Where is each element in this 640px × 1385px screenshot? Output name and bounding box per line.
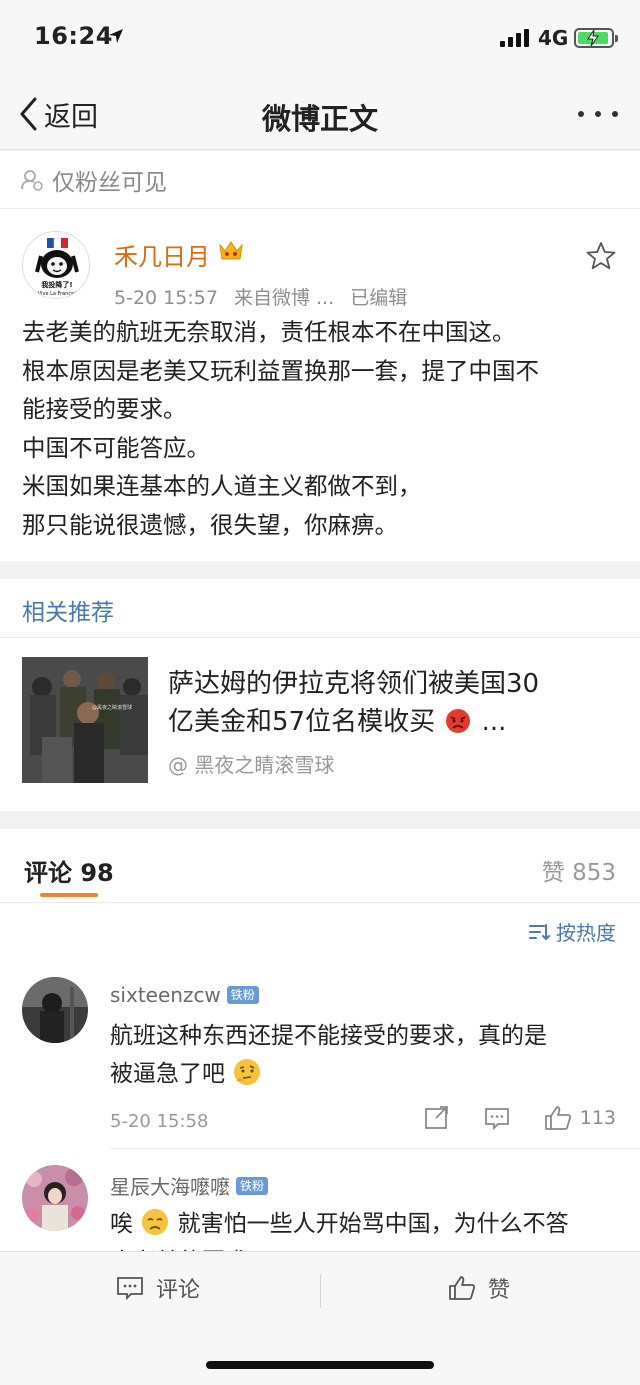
commenter-name[interactable]: 星辰大海嚒嚒 铁粉 <box>110 1171 269 1200</box>
commenter-name[interactable]: sixteenzcw 铁粉 <box>110 983 259 1007</box>
comments-header: 评论 98 赞 853 <box>0 829 640 903</box>
back-button[interactable]: 返回 <box>18 94 98 134</box>
post-meta: 5-20 15:57 来自微博 ... 已编辑 <box>114 283 417 310</box>
post-line: 中国不可能答应。 <box>22 433 210 462</box>
signal-icon <box>500 29 532 47</box>
like-button[interactable]: 赞 <box>448 1272 510 1304</box>
commenter-avatar[interactable] <box>22 977 88 1043</box>
comment-icon <box>117 1277 143 1301</box>
like-button-label: 赞 <box>488 1278 511 1303</box>
related-headline-line: 萨达姆的伊拉克将领们被美国30 <box>168 669 540 699</box>
comment-time: 5-20 15:58 <box>110 1111 209 1132</box>
comment-actions: 113 <box>390 1105 616 1131</box>
thumbs-up-icon <box>449 1276 476 1300</box>
related-headline[interactable]: 萨达姆的伊拉克将领们被美国30 亿美金和57位名模收买 ... <box>168 665 608 741</box>
share-icon <box>424 1106 448 1129</box>
comment-item: 星辰大海嚒嚒 铁粉 唉 就害怕一些人开始骂中国，为什么不答 应老美的要求 <box>0 1149 640 1251</box>
battery-icon <box>574 28 618 48</box>
nav-bar: 返回 微博正文 <box>0 76 640 150</box>
bottom-action-bar: 评论 赞 <box>0 1251 640 1385</box>
chevron-left-icon <box>20 97 37 131</box>
angry-face-emoji-icon <box>446 709 471 733</box>
author-avatar[interactable]: 我投降了! Vive La France! <box>22 231 90 299</box>
vip-crown-icon <box>219 241 243 260</box>
reply-button[interactable] <box>484 1106 510 1130</box>
post-line: 根本原因是老美又玩利益置换那一套，提了中国不 <box>22 356 539 385</box>
post-line: 米国如果连基本的人道主义都做不到， <box>22 472 422 500</box>
commenter-avatar[interactable] <box>22 1165 88 1231</box>
back-label: 返回 <box>44 101 98 133</box>
post-source[interactable]: 来自微博 ... <box>234 287 334 309</box>
related-headline-line: 亿美金和57位名模收买 ... <box>168 707 507 737</box>
sort-row: 按热度 <box>0 903 640 961</box>
more-options-button[interactable] <box>578 104 618 124</box>
like-count: 113 <box>579 1107 616 1129</box>
author-name[interactable]: 禾几日月 <box>114 237 210 272</box>
comment-item: sixteenzcw 铁粉 航班这种东西还提不能接受的要求，真的是 被逼急了吧 … <box>0 961 640 1149</box>
visibility-notice: 仅粉丝可见 <box>0 151 640 209</box>
post-edited[interactable]: 已编辑 <box>350 287 407 309</box>
tab-likes[interactable]: 赞 853 <box>542 853 616 887</box>
tab-comments[interactable]: 评论 98 <box>24 853 114 888</box>
related-source[interactable]: @ 黑夜之睛滚雪球 <box>168 749 334 778</box>
like-button[interactable]: 113 <box>544 1105 616 1131</box>
post-body: 去老美的航班无奈取消，责任根本不在中国这。 根本原因是老美又玩利益置换那一套，提… <box>22 313 622 544</box>
thumb-watermark: @黑夜之睛滚雪球 <box>92 704 132 711</box>
home-indicator[interactable] <box>206 1361 434 1369</box>
sad-face-emoji-icon <box>142 1209 169 1235</box>
post-line: 那只能说很遗憾，很失望，你麻痹。 <box>22 510 398 539</box>
sort-by-hot-button[interactable]: 按热度 <box>528 917 616 946</box>
comment-icon <box>484 1108 509 1130</box>
thumbs-up-icon <box>544 1106 571 1130</box>
comment-text: 航班这种东西还提不能接受的要求，真的是 被逼急了吧 <box>110 1023 547 1087</box>
active-tab-indicator <box>40 893 98 897</box>
visibility-label: 仅粉丝可见 <box>52 169 167 196</box>
network-type: 4G <box>538 26 569 50</box>
comment-button-label: 评论 <box>156 1278 201 1303</box>
favorite-star-icon[interactable] <box>586 241 616 271</box>
weibo-post: 我投降了! Vive La France! 禾几日月 5-20 15:57 来自… <box>0 209 640 561</box>
related-section-title: 相关推荐 <box>22 600 114 626</box>
fans-only-icon <box>21 169 43 191</box>
content-scroll-area[interactable]: 仅粉丝可见 我投降了! Vive La France! 禾几日月 5-20 15… <box>0 151 640 1251</box>
thinking-face-emoji-icon <box>234 1059 261 1085</box>
comment-text: 唉 就害怕一些人开始骂中国，为什么不答 应老美的要求 <box>110 1205 622 1251</box>
related-recommendations: 相关推荐 @黑夜之睛滚雪球 萨达姆的伊拉克将领们被美国30 亿美金和57位名模收… <box>0 579 640 811</box>
post-line: 能接受的要求。 <box>22 395 187 423</box>
sort-icon <box>529 923 550 940</box>
location-arrow-icon <box>109 29 123 43</box>
post-date: 5-20 15:57 <box>114 287 218 309</box>
fan-badge: 铁粉 <box>236 1176 269 1195</box>
fan-badge: 铁粉 <box>226 986 259 1004</box>
share-button[interactable] <box>424 1106 450 1130</box>
sort-label: 按热度 <box>556 921 616 945</box>
status-bar: 16:24 4G <box>0 0 640 76</box>
avatar-subcaption: Vive La France! <box>38 291 76 297</box>
comment-button[interactable]: 评论 <box>116 1272 200 1304</box>
status-time: 16:24 <box>34 22 113 50</box>
post-line: 去老美的航班无奈取消，责任根本不在中国这。 <box>22 318 516 346</box>
avatar-caption: 我投降了! <box>41 280 72 289</box>
related-thumbnail[interactable]: @黑夜之睛滚雪球 <box>22 657 148 783</box>
